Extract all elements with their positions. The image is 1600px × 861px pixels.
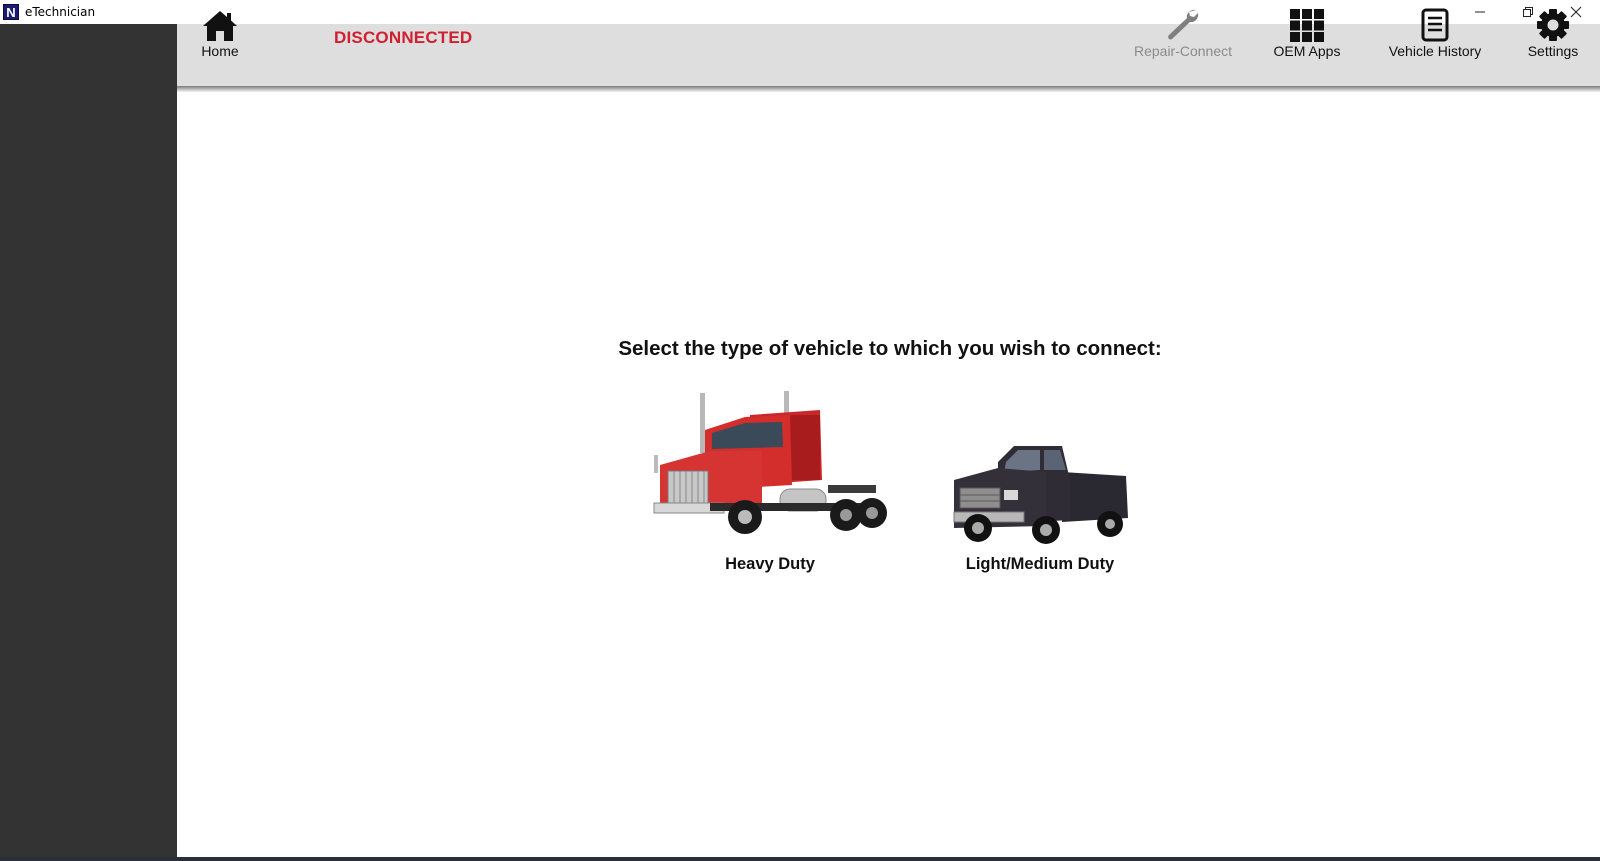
home-label: Home bbox=[201, 43, 239, 59]
toolbar-divider bbox=[177, 86, 1600, 92]
repair-connect-label: Repair-Connect bbox=[1133, 43, 1233, 59]
home-button[interactable]: Home bbox=[195, 4, 245, 60]
wrench-icon bbox=[1168, 9, 1199, 40]
vehicle-history-button[interactable]: Vehicle History bbox=[1383, 4, 1487, 60]
oem-apps-button[interactable]: OEM Apps bbox=[1270, 4, 1344, 60]
pickup-truck-image bbox=[953, 446, 1128, 544]
vehicle-history-label: Vehicle History bbox=[1388, 43, 1482, 59]
window-title: eTechnician bbox=[25, 5, 96, 19]
document-icon bbox=[1421, 8, 1449, 42]
left-sidebar bbox=[0, 24, 177, 861]
vehicle-type-prompt: Select the type of vehicle to which you … bbox=[618, 337, 1162, 360]
settings-button[interactable]: Settings bbox=[1520, 4, 1586, 60]
light-medium-duty-label: Light/Medium Duty bbox=[965, 555, 1115, 573]
repair-connect-button[interactable]: Repair-Connect bbox=[1131, 4, 1235, 60]
settings-label: Settings bbox=[1527, 43, 1579, 59]
oem-apps-label: OEM Apps bbox=[1273, 43, 1341, 59]
semi-truck-image bbox=[653, 391, 887, 534]
app-logo-icon: N bbox=[3, 4, 19, 20]
home-icon bbox=[203, 11, 237, 41]
grid-icon bbox=[1290, 9, 1324, 42]
heavy-duty-label: Heavy Duty bbox=[725, 555, 815, 573]
heavy-duty-option[interactable]: Heavy Duty bbox=[640, 385, 900, 574]
light-medium-duty-option[interactable]: Light/Medium Duty bbox=[940, 440, 1140, 574]
connection-status: DISCONNECTED bbox=[334, 28, 473, 47]
gear-icon bbox=[1537, 9, 1569, 41]
taskbar-edge bbox=[0, 857, 1600, 861]
